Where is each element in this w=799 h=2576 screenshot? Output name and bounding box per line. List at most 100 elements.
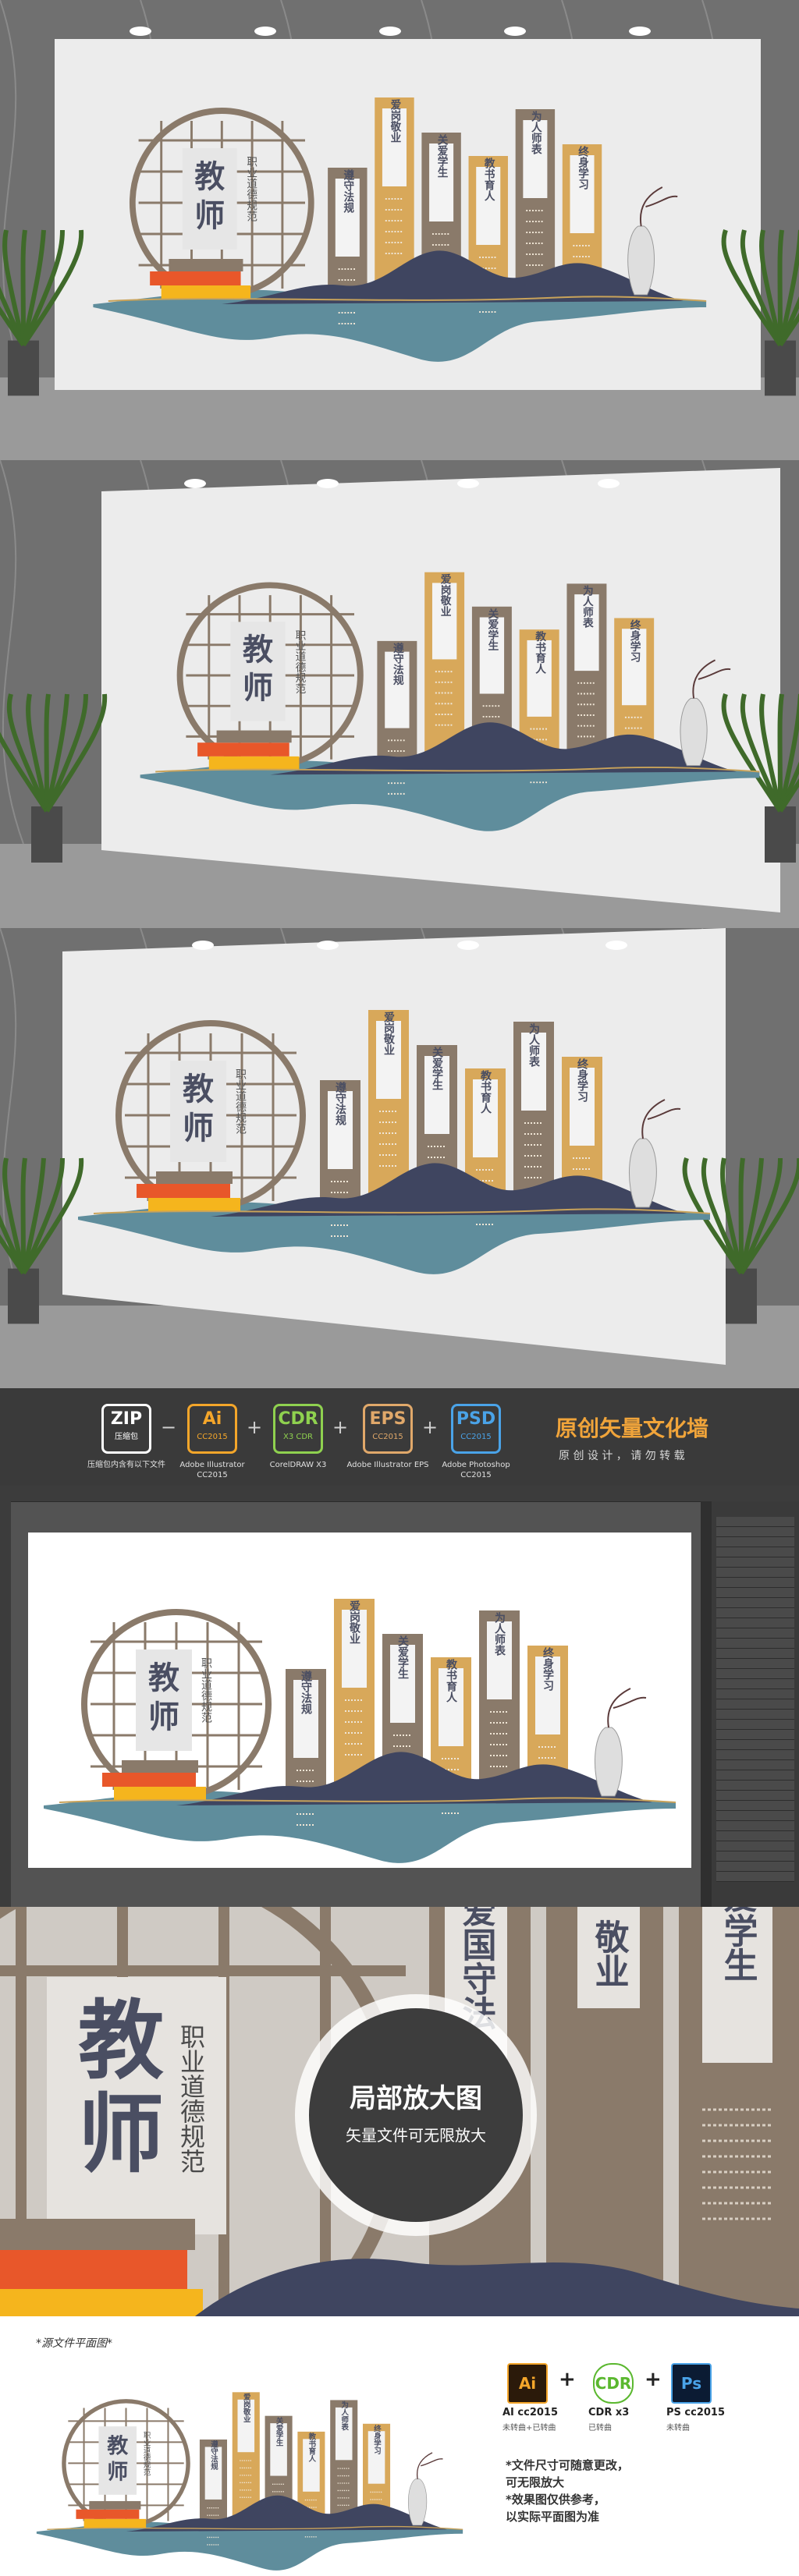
zoom-lattice-bar bbox=[0, 1965, 406, 1976]
book bbox=[208, 756, 300, 771]
book bbox=[102, 1773, 196, 1787]
layer-row[interactable] bbox=[716, 1862, 794, 1872]
layer-row[interactable] bbox=[716, 1618, 794, 1628]
board-label: 关爱学生 bbox=[435, 133, 449, 178]
layer-row[interactable] bbox=[716, 1851, 794, 1862]
pot bbox=[8, 340, 39, 396]
book bbox=[150, 271, 241, 285]
source-art: 教师 职业道德规范 遵守法规 爱岗敬业关爱学生教书育人 为人师表终身学习 bbox=[36, 2392, 463, 2571]
layer-row[interactable] bbox=[716, 1801, 794, 1811]
sw-sub: 已转曲 bbox=[588, 2424, 612, 2432]
sw-label: AI cc2015 bbox=[502, 2407, 559, 2418]
subtitle: 职业道德规范 bbox=[142, 2432, 151, 2477]
leaf bbox=[777, 229, 784, 345]
layer-row[interactable] bbox=[716, 1841, 794, 1851]
layer-row[interactable] bbox=[716, 1547, 794, 1557]
book bbox=[216, 730, 292, 743]
value-board: 为人师表 bbox=[515, 109, 556, 296]
format-caption: CorelDRAW X3 bbox=[269, 1461, 327, 1469]
layer-row[interactable] bbox=[716, 1699, 794, 1710]
spotlight bbox=[457, 479, 479, 488]
layer-row[interactable] bbox=[716, 1781, 794, 1791]
layer-row[interactable] bbox=[716, 1537, 794, 1547]
title-char: 教 bbox=[148, 1660, 179, 1696]
spotlight bbox=[504, 27, 526, 36]
zoom-subtitle: 职业道德规范 bbox=[176, 2024, 206, 2174]
spotlight bbox=[317, 941, 339, 950]
tool-strip bbox=[701, 1501, 712, 1907]
layer-row[interactable] bbox=[716, 1791, 794, 1801]
layer-row[interactable] bbox=[716, 1750, 794, 1760]
layer-row[interactable] bbox=[716, 1689, 794, 1699]
layer-row[interactable] bbox=[716, 1578, 794, 1588]
book bbox=[122, 1760, 198, 1773]
layer-row[interactable] bbox=[716, 1770, 794, 1781]
format-version: CC2015 bbox=[197, 1433, 228, 1441]
separator: + bbox=[645, 2368, 662, 2391]
value-board: 为人师表 bbox=[479, 1610, 520, 1798]
scene-3-art: 教师 职业道德规范 遵守法规 爱岗敬业关爱学生教书育人 为人师表终身学习 bbox=[0, 928, 799, 1388]
format-cdr-icon: CDR X3 CDR bbox=[273, 1404, 323, 1454]
board-label: 为人师表 bbox=[527, 1022, 541, 1068]
layer-row[interactable] bbox=[716, 1710, 794, 1720]
title-char: 师 bbox=[183, 1111, 214, 1146]
board-label: 为人师表 bbox=[529, 110, 543, 155]
layer-row[interactable] bbox=[716, 1639, 794, 1649]
layer-row[interactable] bbox=[716, 1679, 794, 1689]
format-zip-icon: ZIP 压缩包 bbox=[101, 1404, 151, 1454]
leaf bbox=[777, 693, 784, 812]
layer-row[interactable] bbox=[716, 1760, 794, 1770]
board-label: 爱岗敬业 bbox=[348, 1600, 361, 1644]
layer-row[interactable] bbox=[716, 1527, 794, 1537]
subtitle: 职业道德规范 bbox=[200, 1657, 212, 1724]
layer-row[interactable] bbox=[716, 1659, 794, 1669]
book bbox=[83, 2518, 147, 2528]
note-line: 可无限放大 bbox=[506, 2475, 565, 2489]
spotlight bbox=[605, 941, 627, 950]
layer-row[interactable] bbox=[716, 1598, 794, 1608]
layer-row[interactable] bbox=[716, 1811, 794, 1821]
board-label: 遵守法规 bbox=[391, 642, 404, 686]
branch bbox=[607, 1688, 647, 1728]
layer-row[interactable] bbox=[716, 1831, 794, 1841]
format-version: 压缩包 bbox=[115, 1433, 138, 1441]
board-label: 关爱学生 bbox=[431, 1046, 443, 1090]
layer-row[interactable] bbox=[716, 1720, 794, 1730]
spotlight bbox=[130, 27, 151, 36]
layer-row[interactable] bbox=[716, 1588, 794, 1598]
spotlight bbox=[457, 941, 479, 950]
layer-row[interactable] bbox=[716, 1568, 794, 1578]
editor-tools bbox=[0, 1501, 11, 1907]
zoom-title-char: 教 bbox=[78, 1991, 164, 2091]
sw-label: CDR x3 bbox=[588, 2407, 630, 2418]
layer-row[interactable] bbox=[716, 1517, 794, 1527]
scene-3: 教师 职业道德规范 遵守法规 爱岗敬业 关爱学生 教书育人 为人师表 终身学习 bbox=[0, 928, 799, 1388]
note-line: *效果图仅供参考， bbox=[506, 2493, 605, 2507]
board-label: 遵守法规 bbox=[300, 1670, 312, 1715]
format-caption: Adobe Illustrator CC2015 bbox=[179, 1461, 245, 1479]
layer-row[interactable] bbox=[716, 1608, 794, 1618]
layer-row[interactable] bbox=[716, 1740, 794, 1750]
layer-row[interactable] bbox=[716, 1628, 794, 1639]
book bbox=[169, 259, 243, 271]
zoom-board-text: 敬业 bbox=[589, 1919, 630, 1988]
separator: + bbox=[559, 2368, 576, 2391]
leaf bbox=[20, 229, 27, 345]
zoom-board-text: 爱学生 bbox=[718, 1907, 758, 1982]
layer-row[interactable] bbox=[716, 1557, 794, 1568]
format-name: CDR bbox=[278, 1409, 318, 1429]
title-char: 教 bbox=[243, 632, 274, 668]
artboard: 教师 职业道德规范 遵守法规 爱岗敬业 关爱学生 教书育人 为人师表 终身学习 bbox=[28, 1532, 691, 1868]
layer-row[interactable] bbox=[716, 1669, 794, 1679]
format-psd-icon: PSD CC2015 bbox=[451, 1404, 501, 1454]
layer-row[interactable] bbox=[716, 1649, 794, 1659]
board-label: 关爱学生 bbox=[396, 1635, 409, 1679]
layer-row[interactable] bbox=[716, 1821, 794, 1831]
layer-row[interactable] bbox=[716, 1730, 794, 1740]
title-char: 教 bbox=[194, 158, 225, 195]
board-label: 教书育人 bbox=[482, 157, 495, 201]
board-label: 爱岗敬业 bbox=[389, 99, 403, 143]
editor-toolbar bbox=[0, 1486, 799, 1502]
layer-row[interactable] bbox=[716, 1872, 794, 1882]
separator: + bbox=[332, 1416, 349, 1438]
